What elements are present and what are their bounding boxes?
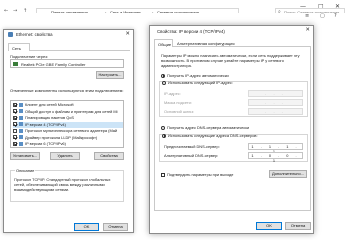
tab-general[interactable]: Общие (154, 39, 173, 47)
ipv4-properties-dialog: Свойства: IP версии 4 (TCP/IPv4) ✕ Общие… (149, 25, 314, 234)
dialog-title: Свойства: IP версии 4 (TCP/IPv4) (157, 29, 225, 34)
subnet-mask-label: Маска подсети: (164, 100, 192, 105)
list-item[interactable]: Общий доступ к файлам и принтерам для се… (13, 109, 123, 115)
alternate-dns-value: 1 . 0 . 0 . 1 (251, 153, 300, 163)
network-client-icon (19, 102, 23, 107)
component-label: Клиент для сетей Microsoft (25, 102, 74, 107)
ok-button[interactable]: OK (74, 223, 99, 231)
list-item[interactable]: Планировщик пакетов QoS (13, 115, 123, 121)
view-options-icon[interactable]: ≡ (305, 13, 309, 19)
radio-selected-icon (162, 133, 166, 138)
component-checkbox[interactable] (13, 109, 17, 113)
component-checkbox[interactable] (13, 102, 17, 107)
list-item[interactable]: Протокол мультиплексора сетевого адаптер… (13, 128, 123, 134)
component-label: IP версии 6 (TCP/IPv6) (25, 141, 66, 146)
checkbox-unchecked-icon (161, 172, 165, 177)
tab-bar: Сеть (8, 43, 130, 51)
manual-ip-label: Использовать следующий IP-адрес: (168, 80, 233, 85)
close-icon[interactable]: ✕ (305, 27, 310, 33)
alternate-dns-field[interactable]: 1 . 0 . 0 . 1 (248, 152, 303, 163)
radio-selected-icon (161, 73, 165, 78)
advanced-button[interactable]: Дополнительно... (269, 170, 307, 178)
cancel-button[interactable]: Отмена (103, 223, 128, 231)
list-item[interactable]: IP версии 6 (TCP/IPv6) (13, 141, 123, 147)
component-label: IP версии 4 (TCP/IPv4) (25, 121, 66, 127)
network-protocol-icon (19, 141, 23, 146)
description-legend: Описание (15, 168, 36, 173)
auto-ip-label: Получить IP-адрес автоматически (167, 73, 229, 78)
tab-alternate-configuration[interactable]: Альтернативная конфигурация (174, 39, 238, 47)
adapter-name: Realtek PCIe GBE Family Controller (21, 62, 86, 67)
list-item[interactable]: Клиент для сетей Microsoft (13, 102, 123, 108)
manual-ip-group: Использовать следующий IP-адрес: IP-адре… (159, 80, 308, 117)
preferred-dns-field[interactable]: 1 . 1 . 1 . 1 (248, 143, 303, 154)
description-text: Протокол TCP/IP. Стандартный протокол гл… (14, 177, 111, 192)
intro-text: Параметры IP можно назначать автоматичес… (161, 53, 300, 68)
subnet-mask-field[interactable]: . . . (248, 99, 303, 106)
validate-settings-label: Подтвердить параметры при выходе (167, 172, 234, 177)
manual-dns-group: Использовать следующие адреса DNS-сервер… (159, 133, 308, 163)
component-label: Общий доступ к файлам и принтерам для се… (25, 108, 118, 114)
cancel-button[interactable]: Отмена (285, 222, 311, 230)
network-service-icon (19, 115, 23, 120)
ethernet-properties-dialog: Ethernet: свойства ✕ Сеть Подключение че… (3, 29, 134, 233)
gateway-field[interactable]: . . . (248, 108, 303, 115)
list-item[interactable]: Драйвер протокола LLDP (Майкрософт) (13, 135, 123, 141)
manual-dns-label: Использовать следующие адреса DNS-сервер… (168, 133, 258, 138)
pane-icon[interactable]: ▢ (320, 13, 325, 19)
component-checkbox[interactable] (13, 122, 17, 126)
network-protocol-icon (19, 135, 23, 139)
network-card-icon (13, 62, 18, 66)
ok-button[interactable]: OK (256, 222, 282, 230)
network-protocol-icon (19, 128, 23, 133)
adapter-field: Realtek PCIe GBE Family Controller (10, 59, 124, 68)
network-protocol-icon (19, 122, 23, 126)
component-label: Драйвер протокола LLDP (Майкрософт) (25, 134, 98, 140)
dialog-title: Ethernet: свойства (16, 32, 53, 37)
install-button[interactable]: Установить... (10, 152, 40, 160)
properties-button[interactable]: Свойства (94, 152, 124, 160)
component-label: Протокол мультиплексора сетевого адаптер… (25, 128, 118, 133)
network-service-icon (19, 109, 23, 113)
list-item-selected[interactable]: IP версии 4 (TCP/IPv4) (13, 121, 123, 128)
description-group: Описание Протокол TCP/IP. Стандартный пр… (10, 168, 124, 202)
component-checkbox[interactable] (13, 115, 17, 120)
components-label: Отмеченные компоненты используются этим … (10, 88, 124, 93)
network-adapter-icon (8, 32, 13, 37)
ip-address-label: IP-адрес: (164, 91, 181, 96)
preferred-dns-label: Предпочитаемый DNS-сервер: (164, 144, 220, 149)
auto-dns-label: Получить адрес DNS-сервера автоматически (167, 125, 250, 130)
component-checkbox[interactable] (13, 128, 17, 133)
radio-unselected-icon (162, 80, 166, 85)
components-list[interactable]: Клиент для сетей Microsoft Общий доступ … (10, 100, 124, 148)
component-label: Планировщик пакетов QoS (25, 115, 74, 120)
close-icon[interactable]: ✕ (125, 31, 130, 37)
gateway-label: Основной шлюз: (164, 109, 195, 114)
alternate-dns-label: Альтернативный DNS-сервер: (164, 153, 219, 158)
help-icon[interactable]: ? (334, 13, 337, 19)
component-checkbox[interactable] (13, 135, 17, 139)
component-checkbox[interactable] (13, 141, 17, 146)
general-tab-panel: Параметры IP можно назначать автоматичес… (154, 47, 311, 211)
ip-address-field[interactable]: . . . (248, 90, 303, 97)
uninstall-button[interactable]: Удалить (50, 152, 80, 160)
tab-bar: Общие Альтернативная конфигурация (154, 39, 311, 47)
radio-unselected-icon (161, 125, 165, 130)
tab-network[interactable]: Сеть (8, 43, 30, 51)
configure-button[interactable]: Настроить... (96, 71, 124, 79)
explorer-toolbar: ≡ ▢ ? (0, 13, 345, 21)
